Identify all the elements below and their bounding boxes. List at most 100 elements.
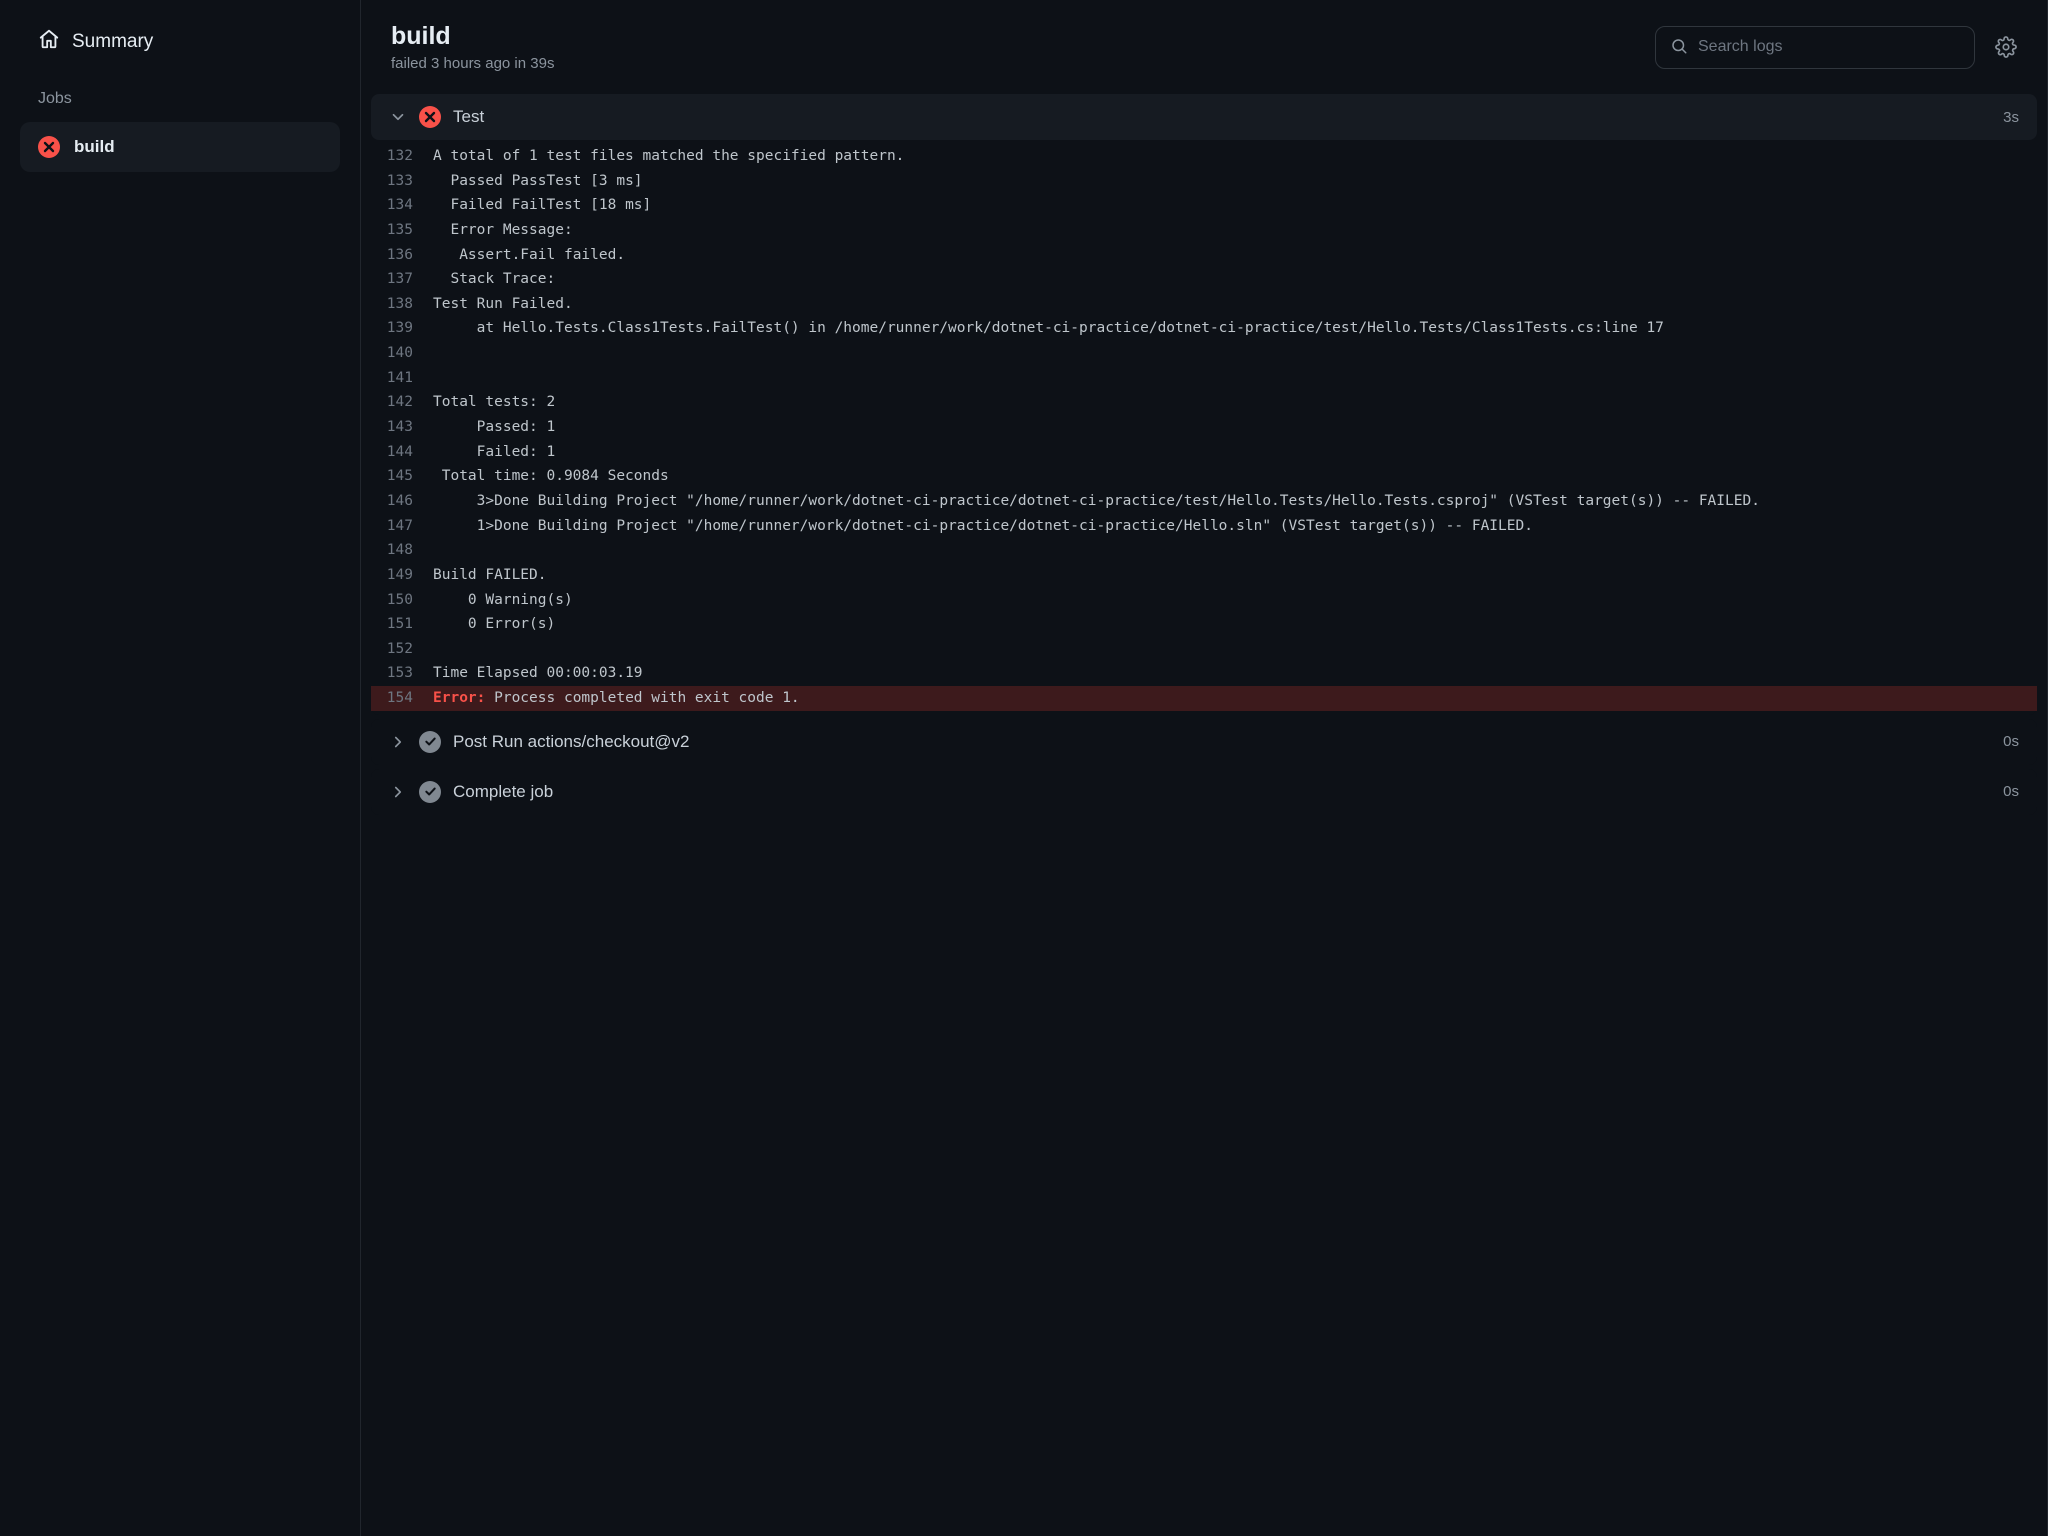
sidebar: Summary Jobs build [0, 0, 360, 1536]
line-text: Failed: 1 [433, 440, 2019, 465]
line-text: 3>Done Building Project "/home/runner/wo… [433, 489, 2019, 514]
step-complete-header[interactable]: Complete job 0s [371, 769, 2037, 815]
line-number: 154 [371, 686, 433, 711]
line-number: 136 [371, 243, 433, 268]
line-text [433, 341, 2019, 366]
page-subtitle: failed 3 hours ago in 39s [391, 55, 1635, 72]
gear-icon[interactable] [1995, 36, 2017, 58]
log-line[interactable]: 137 Stack Trace: [371, 267, 2037, 292]
line-number: 143 [371, 415, 433, 440]
line-text: Build FAILED. [433, 563, 2019, 588]
log-line[interactable]: 146 3>Done Building Project "/home/runne… [371, 489, 2037, 514]
log-line[interactable]: 149Build FAILED. [371, 563, 2037, 588]
job-header: build failed 3 hours ago in 39s [361, 0, 2047, 94]
log-line[interactable]: 151 0 Error(s) [371, 612, 2037, 637]
line-text: 0 Error(s) [433, 612, 2019, 637]
log-line[interactable]: 144 Failed: 1 [371, 440, 2037, 465]
line-number: 144 [371, 440, 433, 465]
line-text: 0 Warning(s) [433, 588, 2019, 613]
line-text: 1>Done Building Project "/home/runner/wo… [433, 514, 2019, 539]
line-number: 142 [371, 390, 433, 415]
line-text: Total tests: 2 [433, 390, 2019, 415]
log-line[interactable]: 153Time Elapsed 00:00:03.19 [371, 661, 2037, 686]
title-block: build failed 3 hours ago in 39s [391, 22, 1635, 72]
line-number: 133 [371, 169, 433, 194]
log-lines: 132A total of 1 test files matched the s… [371, 140, 2037, 715]
page-title: build [391, 22, 1635, 51]
status-fail-icon [419, 106, 441, 128]
line-number: 138 [371, 292, 433, 317]
home-icon [38, 28, 60, 56]
step-post-checkout-header[interactable]: Post Run actions/checkout@v2 0s [371, 719, 2037, 765]
line-text: A total of 1 test files matched the spec… [433, 144, 2019, 169]
step-test-header[interactable]: Test 3s [371, 94, 2037, 140]
search-box[interactable] [1655, 26, 1975, 69]
step-name: Test [453, 107, 1991, 127]
line-number: 151 [371, 612, 433, 637]
line-number: 150 [371, 588, 433, 613]
status-pass-icon [419, 731, 441, 753]
log-line[interactable]: 141 [371, 366, 2037, 391]
line-number: 139 [371, 316, 433, 341]
log-line[interactable]: 147 1>Done Building Project "/home/runne… [371, 514, 2037, 539]
line-text: Assert.Fail failed. [433, 243, 2019, 268]
summary-link[interactable]: Summary [0, 18, 360, 66]
log-line[interactable]: 150 0 Warning(s) [371, 588, 2037, 613]
log-line[interactable]: 132A total of 1 test files matched the s… [371, 144, 2037, 169]
log-line[interactable]: 154Error: Process completed with exit co… [371, 686, 2037, 711]
main-panel: build failed 3 hours ago in 39s [360, 0, 2048, 1536]
job-name: build [74, 137, 115, 157]
step-complete: Complete job 0s [371, 769, 2037, 815]
log-line[interactable]: 136 Assert.Fail failed. [371, 243, 2037, 268]
line-number: 137 [371, 267, 433, 292]
line-number: 141 [371, 366, 433, 391]
log-line[interactable]: 134 Failed FailTest [18 ms] [371, 193, 2037, 218]
line-text: Failed FailTest [18 ms] [433, 193, 2019, 218]
error-label: Error: [433, 690, 485, 706]
summary-label: Summary [72, 31, 153, 53]
job-item-build[interactable]: build [20, 122, 340, 172]
chevron-right-icon [389, 783, 407, 801]
log-line[interactable]: 139 at Hello.Tests.Class1Tests.FailTest(… [371, 316, 2037, 341]
step-name: Post Run actions/checkout@v2 [453, 732, 1991, 752]
log-line[interactable]: 148 [371, 538, 2037, 563]
log-area: Test 3s 132A total of 1 test files match… [361, 94, 2047, 839]
log-line[interactable]: 152 [371, 637, 2037, 662]
line-number: 132 [371, 144, 433, 169]
line-number: 153 [371, 661, 433, 686]
step-duration: 0s [2003, 783, 2019, 800]
chevron-right-icon [389, 733, 407, 751]
search-input[interactable] [1698, 38, 1960, 56]
line-text: Time Elapsed 00:00:03.19 [433, 661, 2019, 686]
log-line[interactable]: 145 Total time: 0.9084 Seconds [371, 464, 2037, 489]
line-number: 152 [371, 637, 433, 662]
log-line[interactable]: 142Total tests: 2 [371, 390, 2037, 415]
line-text: Test Run Failed. [433, 292, 2019, 317]
line-text: Passed PassTest [3 ms] [433, 169, 2019, 194]
app-root: Summary Jobs build build failed 3 hours … [0, 0, 2048, 1536]
line-text: Error Message: [433, 218, 2019, 243]
log-line[interactable]: 135 Error Message: [371, 218, 2037, 243]
line-number: 146 [371, 489, 433, 514]
line-text: Passed: 1 [433, 415, 2019, 440]
log-line[interactable]: 143 Passed: 1 [371, 415, 2037, 440]
line-number: 135 [371, 218, 433, 243]
line-text [433, 366, 2019, 391]
log-line[interactable]: 140 [371, 341, 2037, 366]
log-line[interactable]: 133 Passed PassTest [3 ms] [371, 169, 2037, 194]
line-text: at Hello.Tests.Class1Tests.FailTest() in… [433, 316, 2019, 341]
line-number: 147 [371, 514, 433, 539]
log-line[interactable]: 138Test Run Failed. [371, 292, 2037, 317]
status-fail-icon [38, 136, 60, 158]
chevron-down-icon [389, 108, 407, 126]
line-text: Error: Process completed with exit code … [433, 686, 2019, 711]
line-text: Total time: 0.9084 Seconds [433, 464, 2019, 489]
line-number: 134 [371, 193, 433, 218]
step-test: Test 3s 132A total of 1 test files match… [371, 94, 2037, 715]
step-post-checkout: Post Run actions/checkout@v2 0s [371, 719, 2037, 765]
line-text [433, 637, 2019, 662]
line-number: 140 [371, 341, 433, 366]
status-pass-icon [419, 781, 441, 803]
search-icon [1670, 37, 1688, 58]
line-number: 148 [371, 538, 433, 563]
